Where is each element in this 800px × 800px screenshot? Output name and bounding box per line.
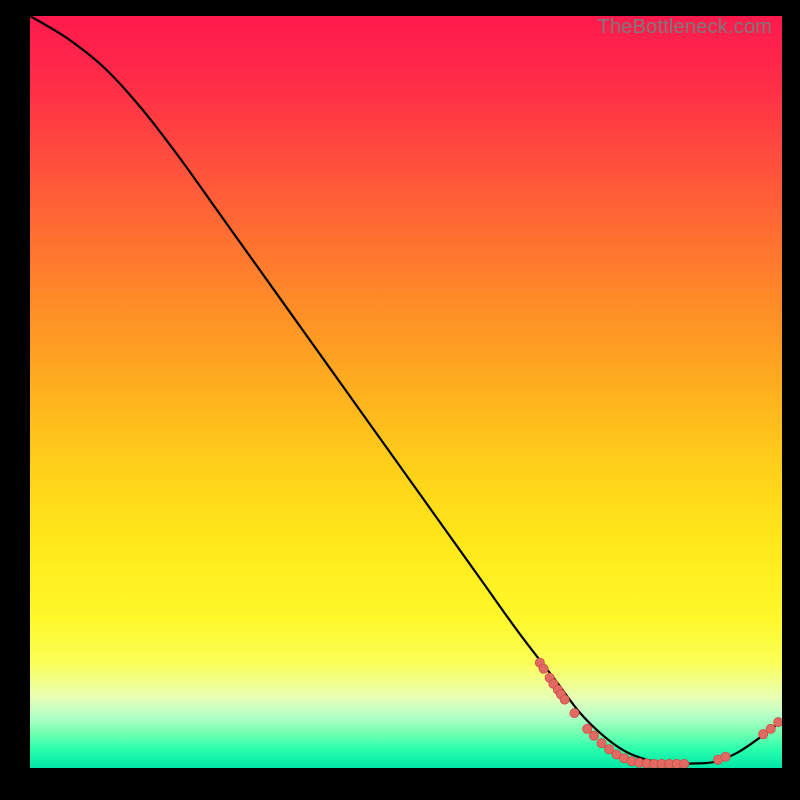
data-point: [680, 759, 689, 768]
data-point: [672, 759, 681, 768]
data-point: [539, 664, 548, 673]
data-point: [766, 724, 775, 733]
chart-svg: [30, 16, 782, 768]
data-point: [589, 731, 598, 740]
data-point: [665, 759, 674, 768]
data-point: [713, 755, 722, 764]
data-point: [642, 759, 651, 768]
data-point: [553, 685, 562, 694]
data-point: [560, 695, 569, 704]
data-point: [635, 758, 644, 767]
data-point: [545, 673, 554, 682]
data-point: [535, 658, 544, 667]
data-point: [627, 757, 636, 766]
watermark-text: TheBottleneck.com: [597, 16, 772, 39]
chart-plot-area: TheBottleneck.com: [30, 16, 782, 768]
data-point: [774, 718, 782, 727]
data-point: [721, 752, 730, 761]
data-point: [612, 750, 621, 759]
data-point: [657, 759, 666, 768]
data-point: [604, 745, 613, 754]
data-point: [556, 690, 565, 699]
data-point: [583, 724, 592, 733]
chart-frame: TheBottleneck.com: [0, 0, 800, 800]
data-points: [535, 658, 782, 768]
data-point: [759, 730, 768, 739]
data-point: [650, 759, 659, 768]
data-point: [619, 754, 628, 763]
data-point: [597, 739, 606, 748]
bottleneck-curve: [30, 16, 782, 764]
data-point: [570, 709, 579, 718]
data-point: [549, 679, 558, 688]
